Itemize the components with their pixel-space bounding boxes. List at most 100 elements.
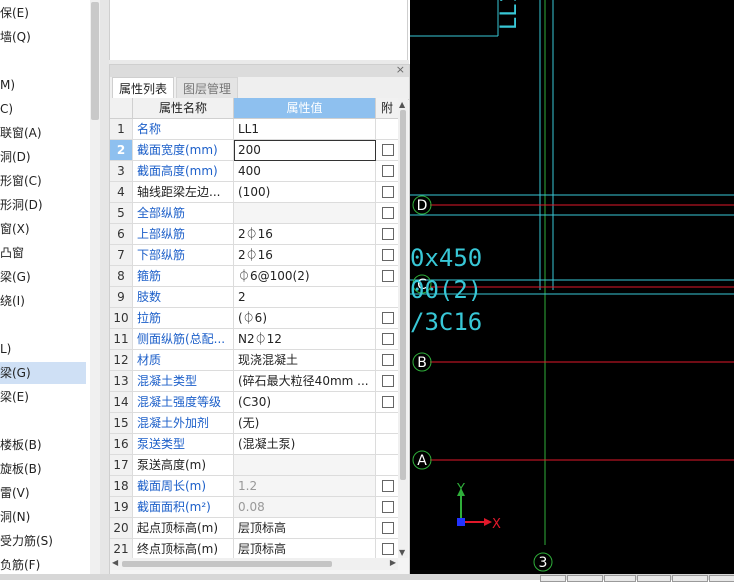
property-row[interactable]: 4 轴线距梁左边... (100)	[110, 182, 398, 203]
tree-item[interactable]: 洞(D)	[0, 146, 86, 168]
property-row[interactable]: 15 混凝土外加剂 (无)	[110, 413, 398, 434]
tree-item[interactable]: 受力筋(S)	[0, 530, 86, 552]
property-value[interactable]: 层顶标高	[234, 539, 376, 558]
scroll-right-icon[interactable]: ▶	[390, 558, 396, 567]
tree-item[interactable]: C)	[0, 98, 86, 120]
property-row[interactable]: 20 起点顶标高(m) 层顶标高	[110, 518, 398, 539]
property-value[interactable]: 1.2	[234, 476, 376, 497]
property-value[interactable]: N2⏀12	[234, 329, 376, 350]
property-row[interactable]: 3 截面高度(mm) 400	[110, 161, 398, 182]
property-value[interactable]: 400	[234, 161, 376, 182]
property-value[interactable]: (⏀6)	[234, 308, 376, 329]
property-row[interactable]: 16 泵送类型 (混凝土泵)	[110, 434, 398, 455]
tree-item[interactable]: 联窗(A)	[0, 122, 86, 144]
status-button[interactable]	[672, 575, 708, 582]
tab-layers[interactable]: 图层管理	[176, 77, 239, 100]
status-button[interactable]	[637, 575, 671, 582]
attach-checkbox[interactable]	[382, 249, 394, 261]
property-row[interactable]: 11 侧面纵筋(总配... N2⏀12	[110, 329, 398, 350]
status-button[interactable]	[709, 575, 734, 582]
cad-drawing-canvas[interactable]: D C B A 3 0x450 00(2) /3C16 LL1 Y X	[410, 0, 734, 574]
property-value[interactable]: (C30)	[234, 392, 376, 413]
close-icon[interactable]: ×	[396, 63, 405, 76]
property-row[interactable]: 9 肢数 2	[110, 287, 398, 308]
property-row[interactable]: 6 上部纵筋 2⏀16	[110, 224, 398, 245]
property-row[interactable]: 13 混凝土类型 (碎石最大粒径40mm ...	[110, 371, 398, 392]
property-value[interactable]	[234, 203, 376, 224]
tree-item[interactable]: 旋板(B)	[0, 458, 86, 480]
attach-checkbox[interactable]	[382, 144, 394, 156]
property-value[interactable]: (碎石最大粒径40mm ...	[234, 371, 376, 392]
property-value[interactable]: 0.08	[234, 497, 376, 518]
tree-item[interactable]: 梁(G)	[0, 266, 86, 288]
property-row[interactable]: 17 泵送高度(m)	[110, 455, 398, 476]
attach-checkbox[interactable]	[382, 165, 394, 177]
tree-item[interactable]: 负筋(F)	[0, 554, 86, 574]
property-row[interactable]: 2 截面宽度(mm) 200	[110, 140, 398, 161]
status-button[interactable]	[604, 575, 636, 582]
tree-item[interactable]: 保(E)	[0, 2, 86, 24]
property-row[interactable]: 10 拉筋 (⏀6)	[110, 308, 398, 329]
property-value[interactable]: 2⏀16	[234, 245, 376, 266]
tree-item[interactable]: 梁(E)	[0, 386, 86, 408]
grid-vertical-scrollbar[interactable]: ▲ ▼	[398, 98, 408, 558]
property-value[interactable]: (100)	[234, 182, 376, 203]
property-row[interactable]: 18 截面周长(m) 1.2	[110, 476, 398, 497]
property-value[interactable]: 2⏀16	[234, 224, 376, 245]
property-row[interactable]: 14 混凝土强度等级 (C30)	[110, 392, 398, 413]
tree-scrollbar[interactable]	[90, 0, 100, 574]
property-row[interactable]: 8 箍筋 ⏀6@100(2)	[110, 266, 398, 287]
tree-item[interactable]: 墙(Q)	[0, 26, 86, 48]
attach-checkbox[interactable]	[382, 186, 394, 198]
attach-checkbox[interactable]	[382, 312, 394, 324]
attach-checkbox[interactable]	[382, 333, 394, 345]
property-value[interactable]: 现浇混凝土	[234, 350, 376, 371]
attach-checkbox[interactable]	[382, 270, 394, 282]
attach-checkbox[interactable]	[382, 207, 394, 219]
panel-splitter[interactable]	[100, 0, 109, 574]
property-row[interactable]: 21 终点顶标高(m) 层顶标高	[110, 539, 398, 558]
tree-item[interactable]: 梁(G)	[0, 362, 86, 384]
status-button[interactable]	[567, 575, 603, 582]
property-value[interactable]: 200	[234, 140, 376, 161]
scroll-down-icon[interactable]: ▼	[399, 548, 405, 557]
tree-item[interactable]: 凸窗	[0, 242, 86, 264]
scroll-left-icon[interactable]: ◀	[112, 558, 118, 567]
tree-item[interactable]: 形洞(D)	[0, 194, 86, 216]
property-value[interactable]: ⏀6@100(2)	[234, 266, 376, 287]
property-row[interactable]: 1 名称 LL1	[110, 119, 398, 140]
tree-item[interactable]: 窗(X)	[0, 218, 86, 240]
tree-item[interactable]: 雷(V)	[0, 482, 86, 504]
tree-item[interactable]: M)	[0, 74, 86, 96]
attach-checkbox[interactable]	[382, 375, 394, 387]
property-value[interactable]: (无)	[234, 413, 376, 434]
tree-item[interactable]: 楼板(B)	[0, 434, 86, 456]
property-value[interactable]: LL1	[234, 119, 376, 140]
attach-checkbox[interactable]	[382, 396, 394, 408]
tree-item[interactable]: 绕(I)	[0, 290, 86, 312]
tree-scrollbar-thumb[interactable]	[91, 2, 99, 120]
attach-checkbox[interactable]	[382, 354, 394, 366]
property-value[interactable]: 2	[234, 287, 376, 308]
tab-properties[interactable]: 属性列表	[112, 77, 175, 100]
property-row[interactable]: 12 材质 现浇混凝土	[110, 350, 398, 371]
tree-item[interactable]: 形窗(C)	[0, 170, 86, 192]
grid-horizontal-scrollbar[interactable]: ◀ ▶	[110, 558, 398, 570]
status-button[interactable]	[540, 575, 566, 582]
property-value[interactable]: (混凝土泵)	[234, 434, 376, 455]
tree-item[interactable]: 洞(N)	[0, 506, 86, 528]
attach-checkbox[interactable]	[382, 522, 394, 534]
grid-horizontal-thumb[interactable]	[122, 561, 332, 567]
property-row[interactable]: 5 全部纵筋	[110, 203, 398, 224]
scroll-up-icon[interactable]: ▲	[399, 100, 405, 109]
property-value[interactable]: 层顶标高	[234, 518, 376, 539]
attach-checkbox[interactable]	[382, 228, 394, 240]
attach-checkbox[interactable]	[382, 543, 394, 555]
grid-vertical-thumb[interactable]	[400, 110, 406, 480]
attach-checkbox[interactable]	[382, 480, 394, 492]
tree-item[interactable]: L)	[0, 338, 86, 360]
property-row[interactable]: 7 下部纵筋 2⏀16	[110, 245, 398, 266]
property-row[interactable]: 19 截面面积(m²) 0.08	[110, 497, 398, 518]
attach-checkbox[interactable]	[382, 501, 394, 513]
property-value[interactable]	[234, 455, 376, 476]
